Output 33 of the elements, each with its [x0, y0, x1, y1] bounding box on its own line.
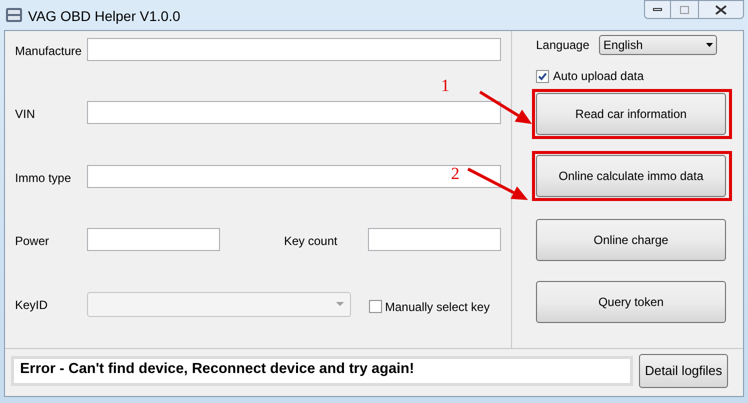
field-label: KeyID: [15, 296, 49, 314]
field-label: Immo type: [15, 170, 72, 187]
action-button[interactable]: Query token: [536, 281, 726, 323]
checkbox[interactable]: [369, 300, 382, 314]
step-number: 1: [441, 77, 450, 94]
action-button[interactable]: Read car information: [536, 93, 726, 135]
annotation-arrow: [467, 168, 528, 200]
field-label: Key count: [284, 233, 338, 250]
text-field[interactable]: [368, 228, 501, 252]
language-dropdown[interactable]: English: [599, 35, 718, 55]
app-icon: [6, 8, 22, 22]
checkbox[interactable]: [536, 70, 549, 82]
window-title: VAG OBD Helper V1.0.0: [28, 7, 180, 26]
field-label: Manufacture: [15, 43, 83, 60]
text-field[interactable]: [87, 164, 501, 188]
field-label: VIN: [15, 106, 36, 124]
text-field[interactable]: [87, 101, 501, 124]
status-field: Error - Can't find device, Reconnect device and try again!: [11, 356, 633, 386]
action-button[interactable]: Online calculate immo data: [536, 155, 726, 197]
language-label: Language: [536, 37, 590, 54]
step-number: 2: [451, 165, 460, 182]
caret-icon: [706, 43, 714, 47]
close-button[interactable]: [698, 0, 744, 19]
checkbox-label: Manually select key: [385, 298, 490, 316]
text-field[interactable]: [87, 38, 501, 61]
field-label: Power: [15, 233, 50, 250]
text-field[interactable]: [87, 228, 220, 252]
minimize-button[interactable]: [644, 0, 671, 19]
checkbox-label: Auto upload data: [553, 68, 644, 85]
action-button[interactable]: Online charge: [536, 219, 726, 261]
caret-icon: [336, 302, 344, 306]
close-icon: [715, 4, 727, 14]
detail-logfiles-button[interactable]: Detail logfiles: [639, 354, 728, 388]
